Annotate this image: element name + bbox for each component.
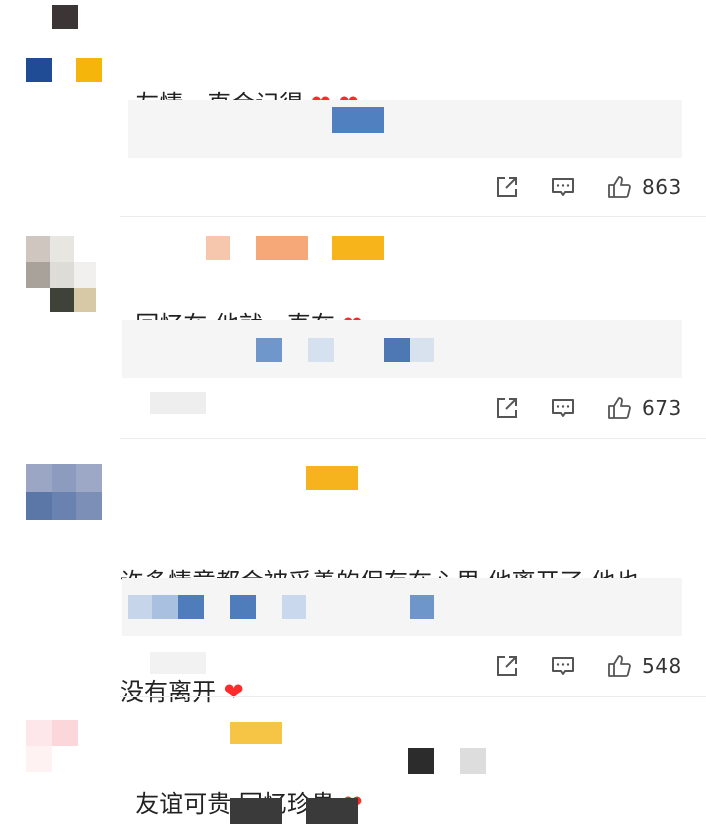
- emoji-mosaic: [460, 748, 486, 774]
- username-mosaic: [26, 58, 52, 82]
- reply-mosaic: [332, 107, 384, 133]
- reply-mosaic: [308, 338, 334, 362]
- thumbs-up-icon[interactable]: [606, 174, 632, 200]
- reply-mosaic: [410, 595, 434, 619]
- like-count: 673: [642, 396, 682, 420]
- comment-icon[interactable]: [550, 395, 576, 421]
- reply-mosaic: [128, 595, 152, 619]
- share-icon[interactable]: [494, 395, 520, 421]
- reply-mosaic: [230, 595, 256, 619]
- username-mosaic: [206, 236, 230, 260]
- action-bar: 548: [490, 653, 690, 683]
- share-icon[interactable]: [494, 653, 520, 679]
- divider: [120, 696, 706, 697]
- avatar[interactable]: [26, 720, 78, 772]
- emoji-mosaic: [408, 748, 434, 774]
- heart-emoji: ❤: [223, 678, 244, 706]
- reply-mosaic: [230, 798, 282, 824]
- share-icon[interactable]: [494, 174, 520, 200]
- timestamp-mosaic: [150, 652, 206, 674]
- avatar[interactable]: [26, 464, 102, 520]
- username-mosaic: [230, 722, 282, 744]
- divider: [120, 438, 706, 439]
- thumbs-up-icon[interactable]: [606, 395, 632, 421]
- like-count: 548: [642, 654, 682, 678]
- username-mosaic: [306, 466, 358, 490]
- comment-icon[interactable]: [550, 174, 576, 200]
- reply-mosaic: [152, 595, 178, 619]
- thumbs-up-icon[interactable]: [606, 653, 632, 679]
- reply-box[interactable]: [122, 320, 682, 378]
- reply-mosaic: [282, 595, 306, 619]
- comment-icon[interactable]: [550, 653, 576, 679]
- username-mosaic: [76, 58, 102, 82]
- divider: [120, 216, 706, 217]
- username-mosaic: [332, 236, 384, 260]
- reply-mosaic: [410, 338, 434, 362]
- avatar-mosaic: [52, 5, 78, 29]
- reply-mosaic: [384, 338, 410, 362]
- reply-box[interactable]: [128, 100, 682, 158]
- reply-mosaic: [178, 595, 204, 619]
- like-count: 863: [642, 175, 682, 199]
- timestamp-mosaic: [150, 392, 206, 414]
- avatar[interactable]: [26, 236, 96, 312]
- reply-box[interactable]: [122, 578, 682, 636]
- action-bar: 863: [490, 174, 690, 204]
- reply-mosaic: [256, 338, 282, 362]
- reply-mosaic: [306, 798, 358, 824]
- username-mosaic: [256, 236, 308, 260]
- action-bar: 673: [490, 395, 690, 425]
